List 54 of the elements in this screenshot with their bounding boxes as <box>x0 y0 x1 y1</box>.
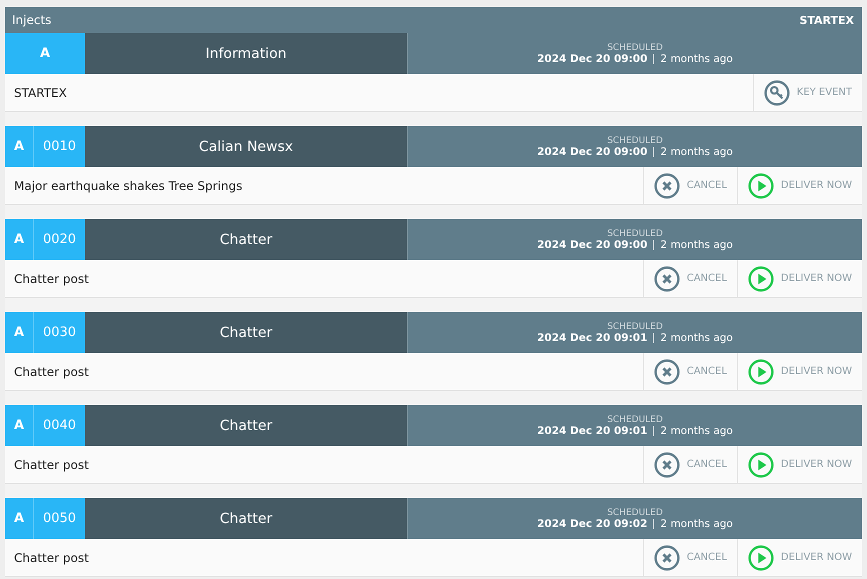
track-label: A <box>5 312 34 353</box>
scheduled-date: 2024 Dec 20 09:00 <box>537 146 648 158</box>
play-icon <box>748 358 774 384</box>
scheduled-date: 2024 Dec 20 09:00 <box>537 238 648 250</box>
inject-number: 0010 <box>34 126 85 167</box>
play-icon <box>748 544 774 570</box>
inject-number: 0040 <box>34 405 85 446</box>
scheduled-date: 2024 Dec 20 09:00 <box>537 52 648 64</box>
status-label: SCHEDULED <box>607 136 663 146</box>
cancel-icon <box>654 544 680 570</box>
status-label: SCHEDULED <box>607 322 663 332</box>
track-label: A <box>5 33 85 74</box>
status-label: SCHEDULED <box>607 508 663 518</box>
inject-title: Calian Newsx <box>85 126 408 167</box>
play-icon <box>748 172 774 198</box>
inject-number: 0050 <box>34 498 85 539</box>
cancel-icon <box>654 172 680 198</box>
inject-description: Major earthquake shakes Tree Springs <box>13 178 244 194</box>
inject-title: Chatter <box>85 219 408 260</box>
inject-description: Chatter post <box>13 270 90 288</box>
inject-description: Chatter post <box>13 550 90 566</box>
relative-time: 2 months ago <box>660 238 733 250</box>
track-label: A <box>5 405 34 446</box>
status-label: SCHEDULED <box>607 414 663 424</box>
panel-title: Injects <box>12 13 52 27</box>
track-label: A <box>5 126 34 167</box>
inject-description: STARTEX <box>13 84 68 102</box>
inject-description: Chatter post <box>13 364 90 380</box>
cancel-icon <box>654 452 680 478</box>
status-label: SCHEDULED <box>607 42 663 52</box>
inject-title: Chatter <box>85 405 408 446</box>
play-icon <box>748 452 774 478</box>
inject-number: 0020 <box>34 219 85 260</box>
scheduled-date: 2024 Dec 20 09:01 <box>537 332 648 344</box>
inject-title: Chatter <box>85 498 408 539</box>
relative-time: 2 months ago <box>660 52 733 64</box>
relative-time: 2 months ago <box>660 424 733 436</box>
scheduled-date: 2024 Dec 20 09:02 <box>537 518 648 530</box>
key-icon <box>764 80 790 106</box>
relative-time: 2 months ago <box>660 146 733 158</box>
relative-time: 2 months ago <box>660 332 733 344</box>
relative-time: 2 months ago <box>660 518 733 530</box>
play-icon <box>748 266 774 292</box>
status-label: SCHEDULED <box>607 228 663 238</box>
cancel-icon <box>654 266 680 292</box>
cancel-icon <box>654 358 680 384</box>
track-label: A <box>5 498 34 539</box>
inject-description: Chatter post <box>13 456 90 474</box>
exercise-name: STARTEX <box>799 14 854 26</box>
inject-title: Information <box>85 33 408 74</box>
inject-number: 0030 <box>34 312 85 353</box>
inject-title: Chatter <box>85 312 408 353</box>
scheduled-date: 2024 Dec 20 09:01 <box>537 424 648 436</box>
track-label: A <box>5 219 34 260</box>
